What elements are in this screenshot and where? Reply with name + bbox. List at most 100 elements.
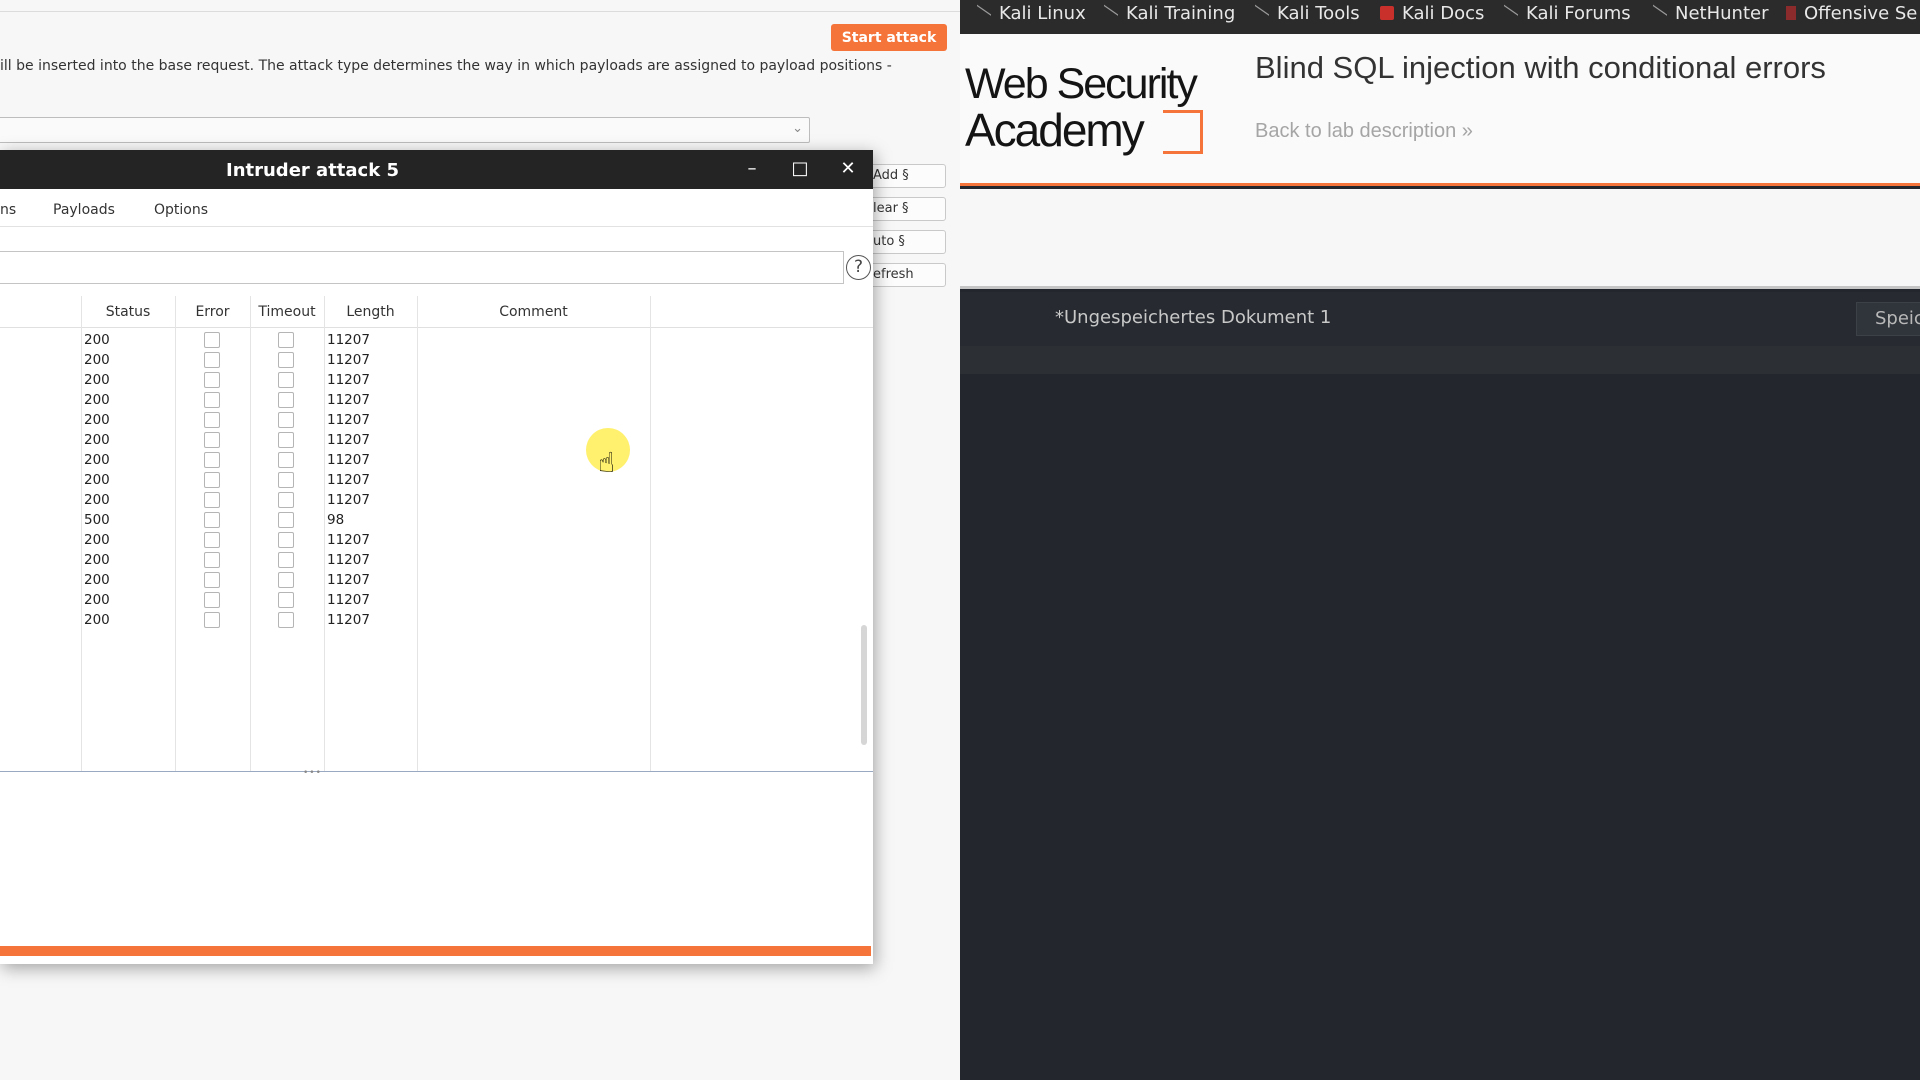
bookmark-kali-tools[interactable]: Kali Tools xyxy=(1255,3,1360,24)
length-cell: 11207 xyxy=(327,492,370,508)
help-icon[interactable]: ? xyxy=(846,255,871,280)
error-checkbox xyxy=(204,492,220,508)
refresh-button[interactable]: efresh xyxy=(868,263,946,287)
error-checkbox xyxy=(204,532,220,548)
burp-intruder-panel: Start attack ill be inserted into the ba… xyxy=(0,0,960,1080)
status-cell: 200 xyxy=(84,472,110,488)
status-cell: 200 xyxy=(84,392,110,408)
tab-options[interactable]: Options xyxy=(154,202,208,218)
editor-current-line[interactable] xyxy=(960,346,1920,374)
attack-type-select[interactable]: ⌄ xyxy=(0,117,810,143)
length-cell: 11207 xyxy=(327,372,370,388)
bookmark-label: NetHunter xyxy=(1675,3,1769,24)
bookmark-label: Kali Forums xyxy=(1526,3,1631,24)
error-checkbox xyxy=(204,552,220,568)
table-row[interactable]: 200 11207 xyxy=(0,330,860,350)
table-scrollbar[interactable] xyxy=(861,625,867,745)
kali-dragon-icon xyxy=(1504,4,1518,22)
add-marker-button[interactable]: Add § xyxy=(868,164,946,188)
tab-positions[interactable]: ns xyxy=(0,202,16,218)
timeout-checkbox xyxy=(278,592,294,608)
error-checkbox xyxy=(204,332,220,348)
status-cell: 200 xyxy=(84,572,110,588)
column-length[interactable]: Length xyxy=(324,296,417,328)
column-status[interactable]: Status xyxy=(81,296,175,328)
bookmark-offensive-se[interactable]: Offensive Se xyxy=(1786,3,1917,24)
table-row[interactable]: 200 11207 xyxy=(0,430,860,450)
table-row[interactable]: 200 11207 xyxy=(0,570,860,590)
bookmark-label: Kali Linux xyxy=(999,3,1086,24)
timeout-checkbox xyxy=(278,532,294,548)
timeout-checkbox xyxy=(278,552,294,568)
status-cell: 200 xyxy=(84,432,110,448)
error-checkbox xyxy=(204,612,220,628)
bookmark-kali-docs[interactable]: Kali Docs xyxy=(1380,3,1484,24)
timeout-checkbox xyxy=(278,512,294,528)
maximize-button[interactable]: □ xyxy=(788,158,812,179)
error-checkbox xyxy=(204,412,220,428)
length-cell: 11207 xyxy=(327,592,370,608)
chevron-down-icon: ⌄ xyxy=(792,121,803,136)
length-cell: 11207 xyxy=(327,612,370,628)
attack-progress-bar xyxy=(0,946,871,956)
table-row[interactable]: 200 11207 xyxy=(0,370,860,390)
table-row[interactable]: 200 11207 xyxy=(0,530,860,550)
bookmark-kali-training[interactable]: Kali Training xyxy=(1104,3,1235,24)
close-button[interactable]: ✕ xyxy=(836,158,860,179)
table-row[interactable]: 200 11207 xyxy=(0,350,860,370)
table-row[interactable]: 200 11207 xyxy=(0,610,860,630)
start-attack-button[interactable]: Start attack xyxy=(831,24,947,51)
bookmark-label: Kali Tools xyxy=(1277,3,1360,24)
academy-logo-line1[interactable]: Web Security xyxy=(965,60,1198,109)
bookmark-kali-linux[interactable]: Kali Linux xyxy=(977,3,1086,24)
splitter-handle-icon[interactable]: ••• xyxy=(303,768,322,778)
hand-pointer-icon: ☝ xyxy=(598,446,616,479)
length-cell: 11207 xyxy=(327,532,370,548)
results-table-header: Status Error Timeout Length Comment xyxy=(0,296,873,328)
table-row[interactable]: 200 11207 xyxy=(0,450,860,470)
window-titlebar[interactable]: Intruder attack 5 – □ ✕ xyxy=(0,150,873,189)
status-cell: 200 xyxy=(84,372,110,388)
length-cell: 11207 xyxy=(327,412,370,428)
table-row[interactable]: 200 11207 xyxy=(0,490,860,510)
length-cell: 11207 xyxy=(327,352,370,368)
error-checkbox xyxy=(204,352,220,368)
error-checkbox xyxy=(204,452,220,468)
table-row[interactable]: 200 11207 xyxy=(0,590,860,610)
error-checkbox xyxy=(204,592,220,608)
academy-logo-line2[interactable]: Academy xyxy=(965,103,1145,157)
tab-payloads[interactable]: Payloads xyxy=(53,202,115,218)
results-table-body: 200 11207 200 11207 200 11207 200 11207 200 11207… xyxy=(0,330,860,771)
column-comment[interactable]: Comment xyxy=(417,296,650,328)
right-desktop-area: Kali Linux Kali Training Kali Tools Kali Do… xyxy=(960,0,1920,1080)
column-timeout[interactable]: Timeout xyxy=(250,296,324,328)
bookmark-label: Kali Training xyxy=(1126,3,1236,24)
table-row[interactable]: 200 11207 xyxy=(0,410,860,430)
table-row[interactable]: 200 11207 xyxy=(0,390,860,410)
results-filter-bar[interactable] xyxy=(0,251,844,284)
bookmark-nethunter[interactable]: NetHunter xyxy=(1653,3,1768,24)
length-cell: 11207 xyxy=(327,472,370,488)
back-to-lab-description-link[interactable]: Back to lab description » xyxy=(1255,120,1473,143)
pane-splitter[interactable] xyxy=(0,771,873,772)
timeout-checkbox xyxy=(278,392,294,408)
timeout-checkbox xyxy=(278,612,294,628)
timeout-checkbox xyxy=(278,412,294,428)
minimize-button[interactable]: – xyxy=(740,158,764,179)
divider xyxy=(0,11,960,12)
error-checkbox xyxy=(204,392,220,408)
clear-marker-button[interactable]: lear § xyxy=(868,197,946,221)
kali-docs-icon xyxy=(1380,6,1394,20)
table-row[interactable]: 200 11207 xyxy=(0,470,860,490)
table-row[interactable]: 500 98 xyxy=(0,510,860,530)
timeout-checkbox xyxy=(278,492,294,508)
save-button[interactable]: Speic xyxy=(1856,302,1920,336)
bookmark-label: Offensive Se xyxy=(1804,3,1918,24)
error-checkbox xyxy=(204,372,220,388)
timeout-checkbox xyxy=(278,452,294,468)
bookmark-kali-forums[interactable]: Kali Forums xyxy=(1504,3,1631,24)
table-row[interactable]: 200 11207 xyxy=(0,550,860,570)
column-error[interactable]: Error xyxy=(175,296,250,328)
offsec-icon xyxy=(1786,6,1796,20)
auto-marker-button[interactable]: uto § xyxy=(868,230,946,254)
